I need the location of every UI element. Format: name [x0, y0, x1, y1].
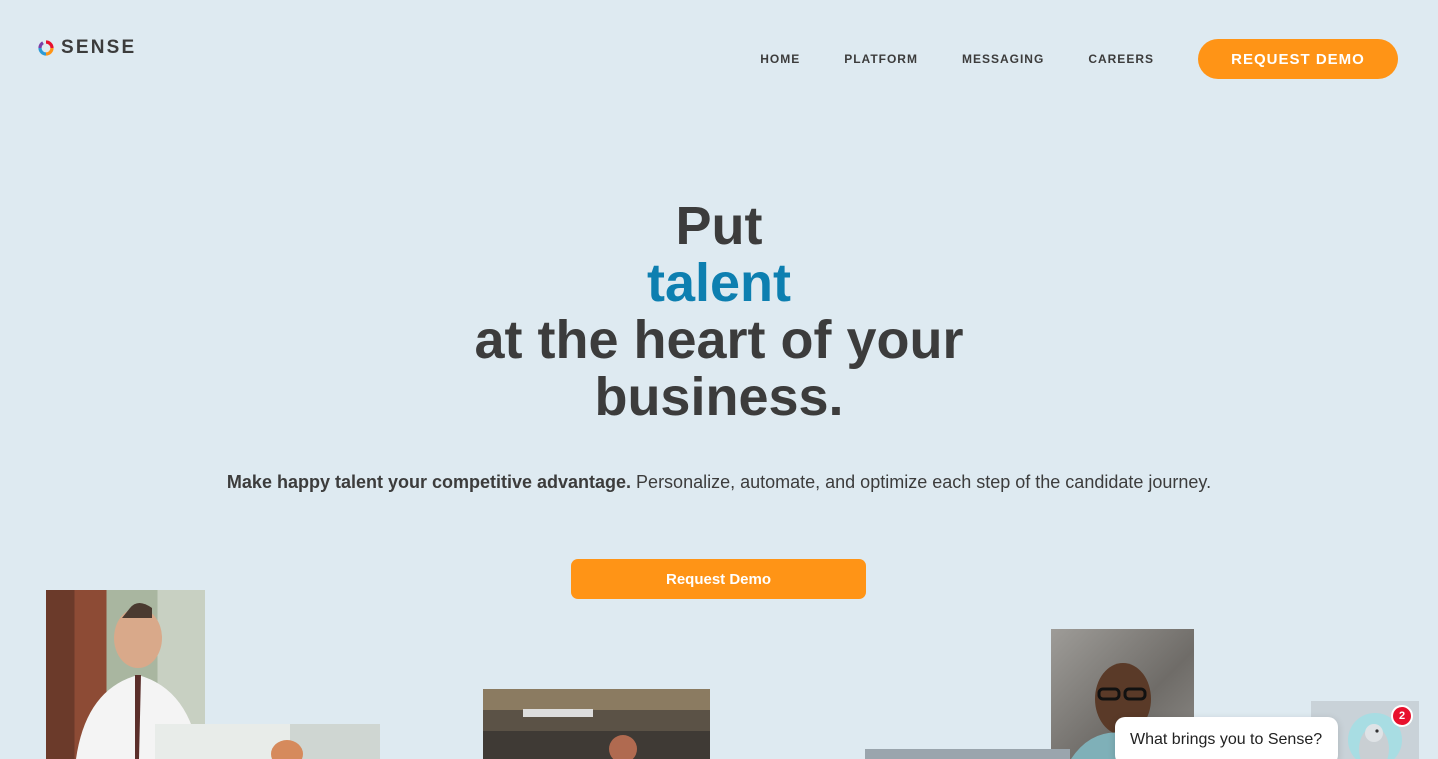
- chat-prompt-bubble[interactable]: What brings you to Sense?: [1115, 717, 1338, 759]
- photo-workshop: [483, 689, 710, 759]
- subheading-rest: Personalize, automate, and optimize each…: [631, 472, 1212, 492]
- photo-woman-office: [155, 724, 380, 759]
- landing-page: SENSE HOME PLATFORM MESSAGING CAREERS RE…: [0, 0, 1438, 759]
- request-demo-nav-button[interactable]: REQUEST DEMO: [1198, 39, 1398, 79]
- headline-accent-word: talent: [646, 253, 792, 313]
- brand-name: SENSE: [61, 37, 137, 58]
- nav-careers[interactable]: CAREERS: [1088, 52, 1154, 66]
- request-demo-hero-button[interactable]: Request Demo: [571, 559, 866, 599]
- headline-line-4: business.: [594, 367, 844, 427]
- main-nav: HOME PLATFORM MESSAGING CAREERS REQUEST …: [760, 39, 1398, 79]
- hero-headline: Put talent at the heart of your business…: [0, 198, 1438, 426]
- nav-home[interactable]: HOME: [760, 52, 800, 66]
- photo-bottom-center: [865, 749, 1070, 759]
- sense-logo-icon: [38, 40, 54, 56]
- headline-line-3: at the heart of your: [474, 310, 964, 370]
- nav-messaging[interactable]: MESSAGING: [962, 52, 1044, 66]
- subheading-bold: Make happy talent your competitive advan…: [226, 472, 632, 492]
- sense-logo[interactable]: SENSE: [38, 37, 136, 59]
- hero-subheading: Make happy talent your competitive advan…: [0, 470, 1438, 494]
- chat-notification-badge: 2: [1391, 705, 1413, 727]
- headline-line-1: Put: [675, 196, 763, 256]
- nav-platform[interactable]: PLATFORM: [844, 52, 918, 66]
